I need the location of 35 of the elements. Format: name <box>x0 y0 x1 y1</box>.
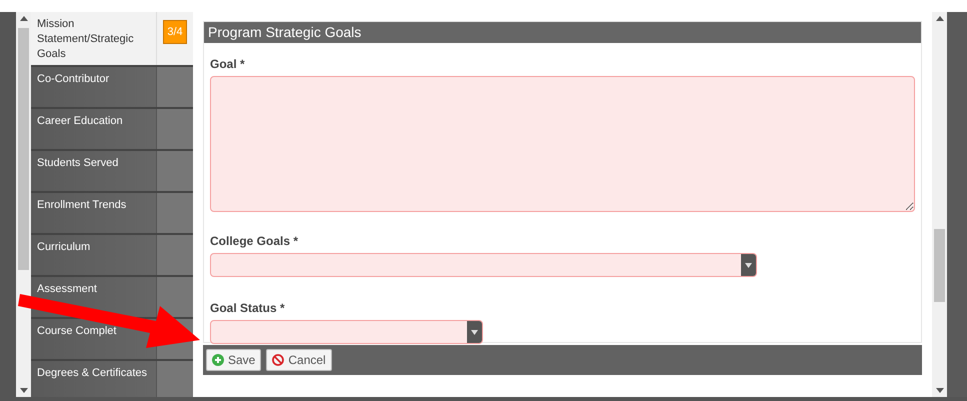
cancel-button[interactable]: Cancel <box>266 349 332 371</box>
scroll-up-icon[interactable] <box>936 16 944 21</box>
select-field[interactable] <box>210 253 757 277</box>
nav-label: Assessment <box>37 283 97 295</box>
field-label: Goal * <box>210 56 246 73</box>
scroll-down-icon[interactable] <box>20 388 28 393</box>
plus-icon <box>212 354 224 366</box>
nav-label: Career Education <box>37 115 123 127</box>
nav-label: Curriculum <box>37 241 90 253</box>
nav-item[interactable]: Enrollment Trends <box>31 193 193 235</box>
nav-label: Enrollment Trends <box>37 199 126 211</box>
nav-item[interactable]: Degrees & Certificates <box>31 361 193 397</box>
nav-label: Students Served <box>37 157 118 169</box>
nav-item[interactable]: Mission Statement/Strategic Goals 3/4 <box>31 12 193 67</box>
field-label: College Goals * <box>210 233 300 250</box>
scrollbar-thumb[interactable] <box>934 229 945 302</box>
save-button[interactable]: Save <box>206 349 262 371</box>
nav-label: Degrees & Certificates <box>37 367 148 379</box>
nav-item[interactable]: Co-Contributor <box>31 67 193 109</box>
dropdown-icon <box>745 262 752 268</box>
prohibited-icon <box>272 354 284 366</box>
panel-header: Program Strategic Goals <box>204 22 921 43</box>
scrollbar-thumb[interactable] <box>18 28 29 270</box>
nav-label: Mission Statement/Strategic Goals <box>37 18 134 60</box>
nav-item[interactable]: Students Served <box>31 151 193 193</box>
nav-label: Course Complet <box>37 325 116 337</box>
nav-label: Co-Contributor <box>37 73 110 85</box>
nav-item[interactable]: Curriculum <box>31 235 193 277</box>
field-label: Goal Status * <box>210 300 286 317</box>
select-field[interactable] <box>210 320 483 344</box>
progress-badge: 3/4 <box>163 20 187 44</box>
scroll-up-icon[interactable] <box>20 16 28 21</box>
scroll-down-icon[interactable] <box>936 388 944 393</box>
nav-item[interactable]: Career Education <box>31 109 193 151</box>
dropdown-icon <box>471 330 478 334</box>
